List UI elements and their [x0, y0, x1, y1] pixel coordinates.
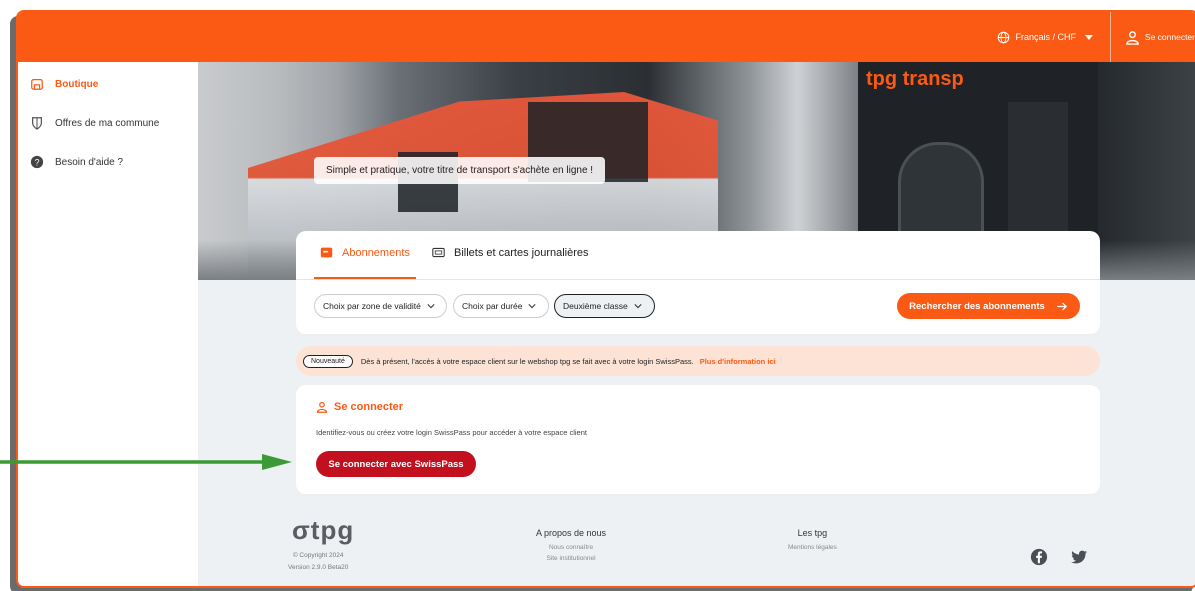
language-label: Français / CHF	[1015, 32, 1076, 42]
logo-text: tpg	[310, 515, 355, 545]
user-icon	[1126, 30, 1139, 45]
sidebar-item-label: Boutique	[55, 78, 99, 90]
class-filter-label: Deuxième classe	[563, 301, 628, 311]
sidebar-item-offres[interactable]: Offres de ma commune	[18, 113, 159, 133]
sidebar: Boutique Offres de ma commune ? Besoin d…	[18, 62, 198, 586]
shop-icon	[31, 79, 43, 90]
hero-tagline: Simple et pratique, votre titre de trans…	[314, 157, 606, 184]
active-tab-indicator	[314, 277, 416, 279]
footer: σtpg © Copyright 2024 Version 2.9.0 Beta…	[198, 508, 1195, 586]
copyright-text: © Copyright 2024	[292, 552, 344, 559]
ticket-icon	[432, 247, 445, 258]
help-icon: ?	[30, 155, 44, 169]
footer-link-nous-connaitre[interactable]: Nous connaître	[536, 542, 606, 553]
search-card: Abonnements Billets et cartes journalièr…	[296, 231, 1100, 334]
header-login-label: Se connecter	[1144, 32, 1195, 42]
top-bar: Français / CHF Se connecter	[18, 12, 1195, 62]
duration-filter-dropdown[interactable]: Choix par durée	[453, 294, 549, 318]
footer-link-mentions[interactable]: Mentions légales	[788, 542, 837, 553]
app-window: Français / CHF Se connecter Boutique Off…	[16, 10, 1195, 588]
sidebar-item-aide[interactable]: ? Besoin d'aide ?	[18, 152, 123, 172]
footer-about: A propos de nous Nous connaître Site ins…	[536, 528, 606, 564]
tab-billets[interactable]: Billets et cartes journalières	[432, 246, 589, 259]
caret-down-icon	[1085, 34, 1093, 40]
new-badge: Nouveauté	[303, 354, 353, 368]
duration-filter-label: Choix par durée	[462, 301, 523, 311]
footer-about-title: A propos de nous	[536, 528, 607, 538]
tpg-logo: σtpg	[292, 515, 355, 545]
copyright-block: © Copyright 2024 Version 2.9.0 Beta20	[288, 550, 348, 574]
swisspass-login-button[interactable]: Se connecter avec SwissPass	[316, 451, 476, 477]
info-banner: Nouveauté Dès à présent, l'accès à votre…	[296, 346, 1100, 376]
more-info-link[interactable]: Plus d'information ici	[700, 357, 776, 366]
globe-icon	[998, 31, 1010, 43]
arrow-right-icon	[1056, 301, 1067, 311]
chevron-down-icon	[634, 304, 642, 309]
building-sign: tpg transp	[866, 68, 964, 90]
social-links	[1030, 548, 1088, 566]
sidebar-item-label: Offres de ma commune	[55, 117, 160, 129]
user-icon	[316, 401, 328, 413]
login-description: Identifiez-vous ou créez votre login Swi…	[316, 428, 587, 437]
zone-filter-label: Choix par zone de validité	[323, 301, 421, 311]
info-banner-text: Dès à présent, l'accès à votre espace cl…	[360, 356, 694, 366]
login-title-label: Se connecter	[334, 401, 404, 413]
header-divider	[1110, 12, 1111, 62]
annotation-arrow	[0, 454, 292, 470]
footer-tpg: Les tpg Mentions légales	[788, 528, 837, 553]
svg-text:?: ?	[35, 158, 40, 168]
chevron-down-icon	[427, 304, 435, 309]
header-login-button[interactable]: Se connecter	[1125, 26, 1195, 48]
login-card-title: Se connecter	[316, 401, 403, 413]
twitter-icon[interactable]	[1070, 548, 1088, 566]
tab-divider	[296, 279, 1100, 280]
zone-filter-dropdown[interactable]: Choix par zone de validité	[314, 294, 447, 318]
footer-tpg-title: Les tpg	[797, 528, 828, 538]
tab-abonnements[interactable]: Abonnements	[320, 246, 410, 259]
language-selector[interactable]: Français / CHF	[997, 27, 1093, 47]
login-card: Se connecter Identifiez-vous ou créez vo…	[296, 385, 1100, 494]
card-icon	[320, 247, 333, 258]
version-text: Version 2.9.0 Beta20	[288, 564, 349, 571]
search-button-label: Rechercher des abonnements	[909, 300, 1045, 312]
tab-label: Abonnements	[342, 246, 410, 259]
search-subscriptions-button[interactable]: Rechercher des abonnements	[897, 293, 1080, 319]
chevron-down-icon	[528, 304, 537, 309]
tab-label: Billets et cartes journalières	[454, 246, 589, 259]
facebook-icon[interactable]	[1030, 548, 1048, 566]
footer-link-site-institutionnel[interactable]: Site institutionnel	[536, 553, 606, 564]
shield-icon	[32, 117, 42, 130]
class-filter-dropdown[interactable]: Deuxième classe	[554, 294, 655, 318]
sidebar-item-boutique[interactable]: Boutique	[18, 74, 98, 94]
sidebar-item-label: Besoin d'aide ?	[55, 156, 124, 168]
